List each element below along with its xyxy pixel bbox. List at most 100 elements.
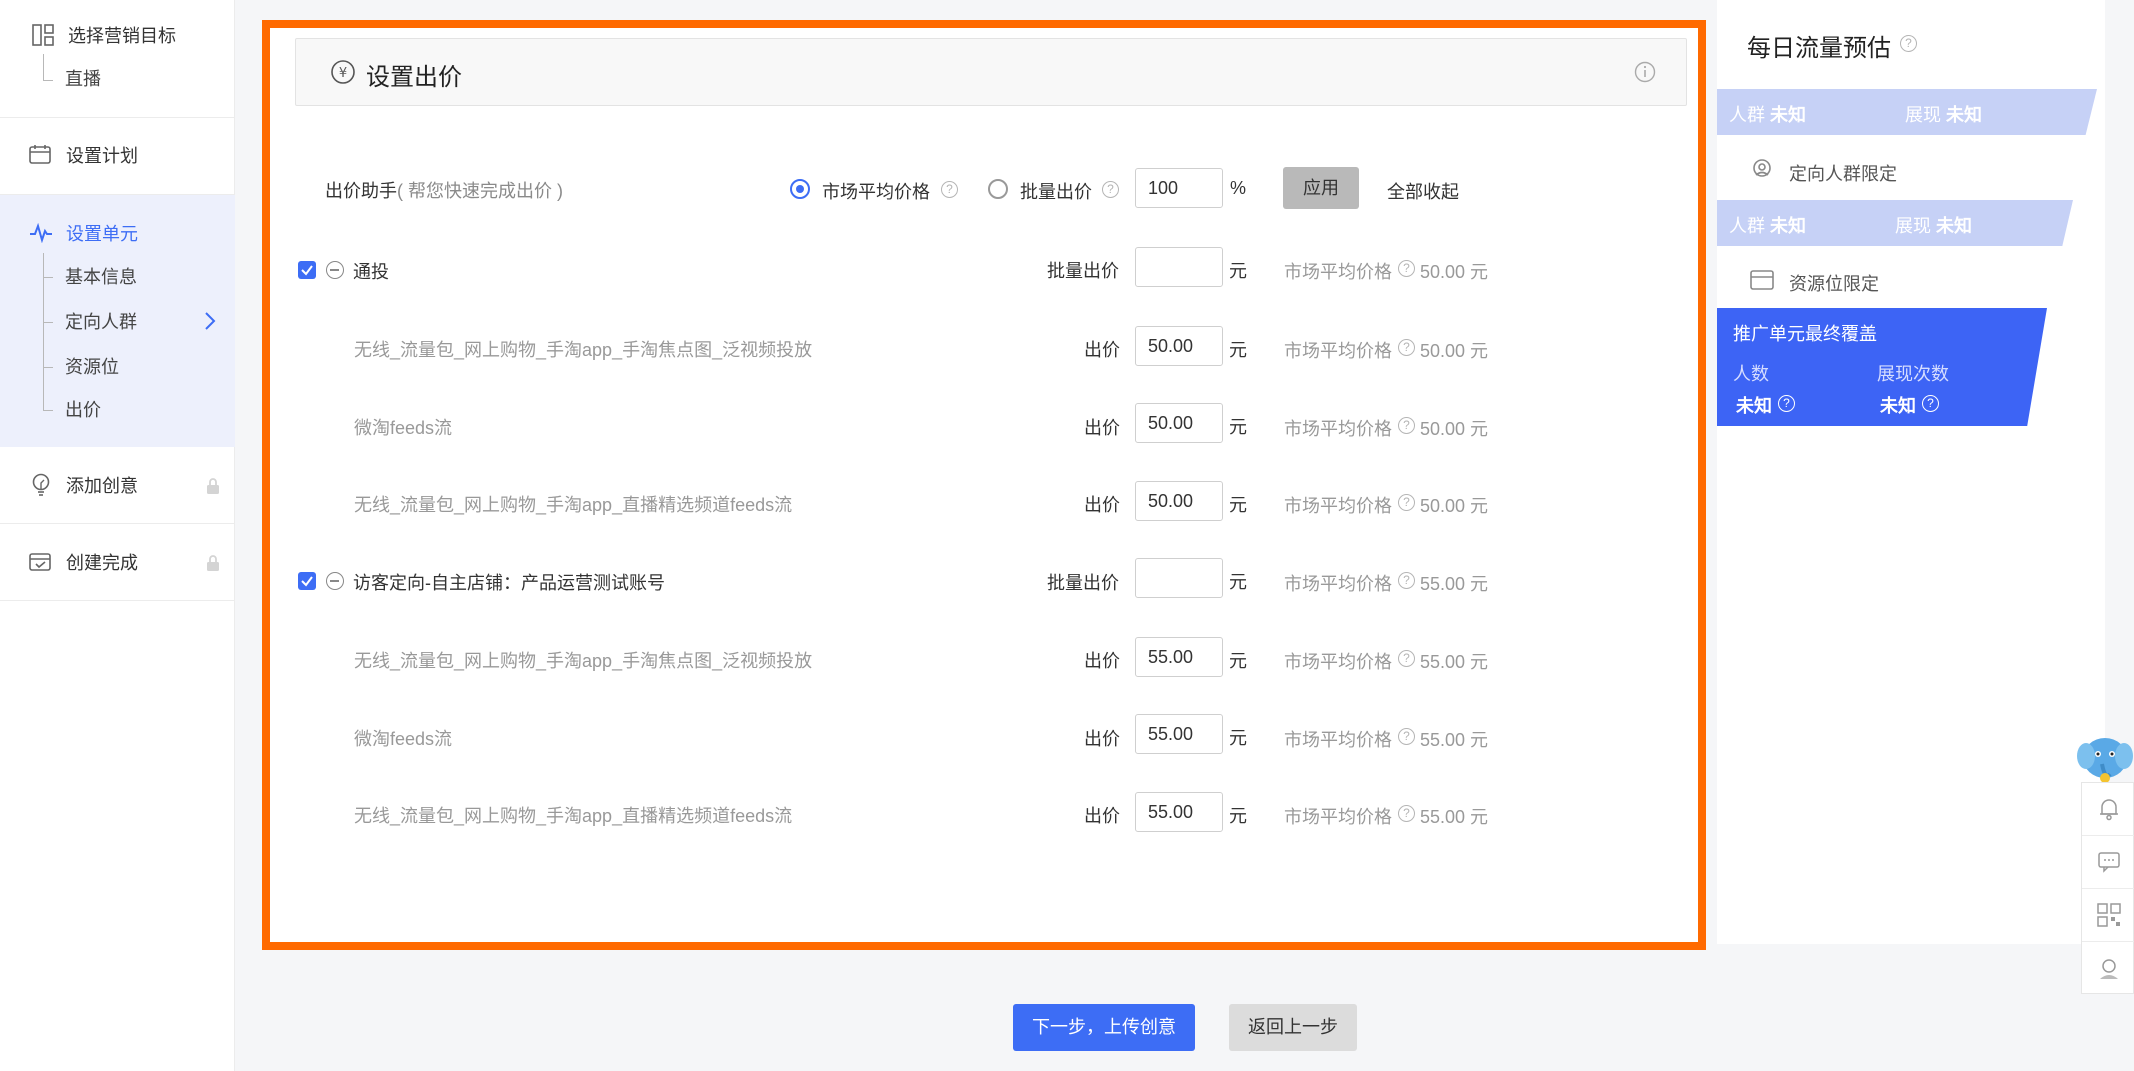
sidebar-block-creative: 添加创意: [0, 447, 235, 524]
tree-tick: [43, 80, 53, 81]
currency-unit: 元: [1229, 495, 1247, 515]
customer-service-icon[interactable]: [2082, 942, 2134, 995]
next-upload-creative-button[interactable]: 下一步，上传创意: [1013, 1004, 1195, 1051]
sidebar-subitem-audience[interactable]: 定向人群: [65, 307, 137, 337]
help-icon[interactable]: ?: [1900, 35, 1917, 52]
help-icon[interactable]: ?: [1398, 650, 1415, 667]
audience-icon: [1749, 158, 1775, 187]
sidebar-item-plan[interactable]: 设置计划: [0, 140, 138, 170]
market-price-value: 50.00 元: [1420, 341, 1489, 361]
sidebar-item-done-label: 创建完成: [66, 553, 138, 573]
market-price-label: 市场平均价格: [1284, 262, 1392, 282]
sidebar-block-done: 创建完成: [0, 524, 235, 601]
chat-icon[interactable]: [2082, 836, 2134, 889]
market-price-radio[interactable]: [790, 179, 810, 199]
market-price-value: 50.00 元: [1420, 496, 1489, 516]
bid-input[interactable]: 50.00: [1135, 403, 1223, 443]
band-people-value: 未知: [1770, 105, 1807, 125]
currency-unit: 元: [1229, 572, 1247, 592]
assistant-mascot-icon[interactable]: [2076, 732, 2134, 786]
apply-button[interactable]: 应用: [1283, 167, 1359, 209]
help-icon[interactable]: ?: [1398, 494, 1415, 511]
help-icon[interactable]: ?: [1922, 395, 1939, 412]
band-people-label: 人群: [1729, 105, 1765, 125]
band-people: 人群 未知: [1729, 212, 1806, 238]
resource-estimate-band: 人群 未知 展现 未知: [1717, 200, 2073, 246]
group-name: 通投: [353, 262, 389, 282]
sidebar-subitem-basic[interactable]: 基本信息: [65, 262, 137, 292]
sidebar-subitem-resource[interactable]: 资源位: [65, 352, 119, 382]
help-icon[interactable]: ?: [941, 181, 958, 198]
help-icon[interactable]: ?: [1778, 395, 1795, 412]
qr-code-icon[interactable]: [2082, 889, 2134, 942]
pulse-icon: [26, 218, 56, 248]
sidebar-item-done[interactable]: 创建完成: [0, 547, 138, 577]
band-show-label: 展现: [1895, 216, 1931, 236]
collapse-all-link[interactable]: 全部收起: [1387, 178, 1459, 204]
sidebar-item-target[interactable]: 选择营销目标: [0, 20, 176, 50]
bid-label: 出价: [1084, 806, 1120, 826]
bid-input[interactable]: 55.00: [1135, 792, 1223, 832]
help-icon[interactable]: ?: [1398, 339, 1415, 356]
market-price-label: 市场平均价格: [1284, 574, 1392, 594]
layout-icon: [28, 20, 58, 50]
band-people: 人群 未知: [1729, 101, 1806, 127]
info-icon[interactable]: [1634, 61, 1656, 88]
help-icon[interactable]: ?: [1398, 260, 1415, 277]
market-price-radio-label[interactable]: 市场平均价格: [822, 178, 930, 204]
sidebar-subitem-live[interactable]: 直播: [65, 64, 101, 94]
sidebar-item-plan-label: 设置计划: [66, 146, 138, 166]
traffic-estimate-panel: 每日流量预估 ? 人群 未知 展现 未知 定向人群限定 人群 未知 展现 未知 …: [1717, 0, 2105, 944]
resource-name: 无线_流量包_网上购物_手淘app_直播精选频道feeds流: [354, 495, 793, 515]
floating-toolbar: [2081, 782, 2134, 994]
help-icon[interactable]: ?: [1398, 805, 1415, 822]
help-icon[interactable]: ?: [1102, 181, 1119, 198]
batch-bid-input[interactable]: [1135, 247, 1223, 287]
back-button[interactable]: 返回上一步: [1229, 1004, 1357, 1051]
help-icon[interactable]: ?: [1398, 417, 1415, 434]
resource-name: 微淘feeds流: [354, 418, 453, 438]
sidebar-item-creative[interactable]: 添加创意: [0, 470, 138, 500]
bid-label: 出价: [1084, 495, 1120, 515]
market-price-value: 55.00 元: [1420, 652, 1489, 672]
bid-input[interactable]: 55.00: [1135, 637, 1223, 677]
plan-icon: [26, 140, 56, 170]
market-price-label: 市场平均价格: [1284, 341, 1392, 361]
resource-name: 无线_流量包_网上购物_手淘app_手淘焦点图_泛视频投放: [354, 340, 813, 360]
resource-limit-item[interactable]: 资源位限定: [1749, 268, 1879, 297]
final-people-value: 未知: [1736, 396, 1772, 416]
bid-label: 出价: [1084, 340, 1120, 360]
bid-input[interactable]: 55.00: [1135, 714, 1223, 754]
final-views-label: 展现次数: [1877, 364, 1949, 384]
group-name: 访客定向-自主店铺：产品运营测试账号: [353, 573, 665, 593]
batch-bid-radio-label[interactable]: 批量出价: [1020, 178, 1092, 204]
market-price-label: 市场平均价格: [1284, 496, 1392, 516]
sidebar-item-unit[interactable]: 设置单元: [0, 218, 138, 248]
bid-input[interactable]: 50.00: [1135, 326, 1223, 366]
price-tag-icon: ¥: [330, 59, 356, 90]
bid-input[interactable]: 50.00: [1135, 481, 1223, 521]
bulb-icon: [26, 470, 56, 500]
batch-bid-input[interactable]: [1135, 558, 1223, 598]
notification-bell-icon[interactable]: [2082, 783, 2134, 836]
percent-input[interactable]: 100: [1135, 168, 1223, 208]
batch-bid-radio[interactable]: [988, 179, 1008, 199]
bid-assistant-label: 出价助手: [325, 181, 397, 201]
market-price-value: 55.00 元: [1420, 730, 1489, 750]
collapse-icon[interactable]: [326, 572, 344, 590]
tree-tick: [43, 322, 53, 323]
sidebar-subitem-bid[interactable]: 出价: [65, 395, 101, 425]
audience-limit-item[interactable]: 定向人群限定: [1749, 158, 1897, 187]
bid-section-title: 设置出价: [366, 64, 462, 91]
chevron-right-icon[interactable]: [204, 311, 216, 336]
group-checkbox[interactable]: [298, 572, 316, 590]
group-checkbox[interactable]: [298, 261, 316, 279]
market-price-value: 55.00 元: [1420, 574, 1489, 594]
market-price-value: 55.00 元: [1420, 807, 1489, 827]
band-show: 展现 未知: [1905, 101, 1982, 127]
batch-bid-label: 批量出价: [1047, 573, 1119, 593]
help-icon[interactable]: ?: [1398, 728, 1415, 745]
help-icon[interactable]: ?: [1398, 572, 1415, 589]
currency-unit: 元: [1229, 340, 1247, 360]
collapse-icon[interactable]: [326, 261, 344, 279]
